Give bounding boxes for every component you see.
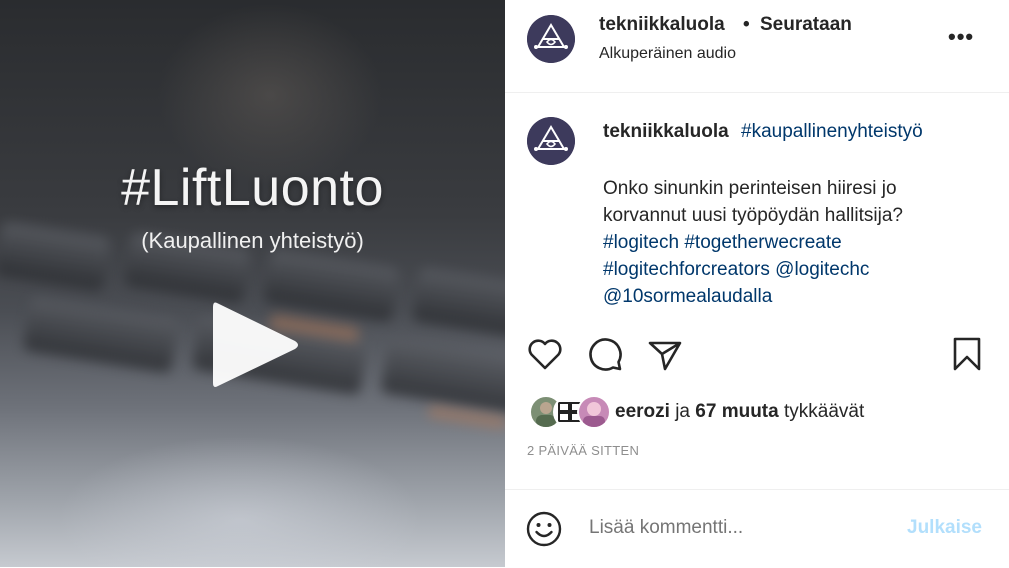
- likes-suffix: tykkäävät: [783, 401, 865, 422]
- comment-bar: Julkaise: [505, 489, 1009, 568]
- share-icon[interactable]: [645, 334, 685, 374]
- caption-line: korvannut uusi työpöydän hallitsija?: [603, 205, 903, 226]
- post-timestamp[interactable]: 2 PÄIVÄÄ SITTEN: [527, 443, 639, 458]
- mention-link[interactable]: @10sormealaudalla: [603, 286, 772, 307]
- emoji-icon[interactable]: [525, 510, 563, 548]
- likes-connector: ja: [675, 401, 690, 422]
- caption-username[interactable]: tekniikkaluola: [603, 121, 729, 143]
- post-sidebar: tekniikkaluola • Seurataan Alkuperäinen …: [505, 0, 1009, 567]
- follow-status-button[interactable]: Seurataan: [760, 14, 852, 36]
- video-player[interactable]: #LiftLuonto (Kaupallinen yhteistyö): [0, 0, 505, 567]
- avatar[interactable]: [527, 15, 575, 63]
- header-username[interactable]: tekniikkaluola: [599, 14, 725, 36]
- bookmark-icon[interactable]: [947, 334, 987, 374]
- mention-link[interactable]: @logitechc: [775, 259, 869, 280]
- audio-link[interactable]: Alkuperäinen audio: [599, 45, 736, 63]
- logo-icon: [527, 15, 575, 63]
- caption-section: tekniikkaluola #kaupallinenyhteistyö Onk…: [505, 93, 1009, 325]
- action-bar: [505, 330, 1009, 378]
- post-comment-button[interactable]: Julkaise: [907, 517, 982, 539]
- instagram-post-modal: #LiftLuonto (Kaupallinen yhteistyö) tekn…: [0, 0, 1009, 567]
- header-separator: •: [743, 14, 750, 35]
- play-icon[interactable]: [205, 295, 305, 395]
- likes-count-link[interactable]: 67 muuta: [695, 401, 778, 422]
- comment-icon[interactable]: [585, 334, 625, 374]
- post-header: tekniikkaluola • Seurataan Alkuperäinen …: [505, 0, 1009, 93]
- avatar[interactable]: [577, 395, 611, 429]
- hashtag-link[interactable]: #togetherwecreate: [684, 232, 841, 253]
- hashtag-link[interactable]: #logitechforcreators: [603, 259, 770, 280]
- liker-username[interactable]: eerozi: [615, 401, 670, 422]
- caption-line: Onko sinunkin perinteisen hiiresi jo: [603, 178, 897, 199]
- avatar[interactable]: [527, 117, 575, 165]
- comment-input[interactable]: [587, 516, 891, 540]
- video-subtitle-text: (Kaupallinen yhteistyö): [141, 228, 364, 253]
- video-title-text: #LiftLuonto: [121, 159, 384, 217]
- caption-hashtag[interactable]: #kaupallinenyhteistyö: [741, 121, 923, 143]
- heart-icon[interactable]: [525, 334, 565, 374]
- likes-row: eerozi ja 67 muuta tykkäävät: [505, 393, 1009, 431]
- likes-text: eerozi ja 67 muuta tykkäävät: [615, 401, 864, 423]
- hashtag-link[interactable]: #logitech: [603, 232, 679, 253]
- more-options-icon[interactable]: •••: [948, 24, 974, 50]
- logo-icon: [527, 117, 575, 165]
- caption-text: Onko sinunkin perinteisen hiiresi jo kor…: [603, 175, 983, 310]
